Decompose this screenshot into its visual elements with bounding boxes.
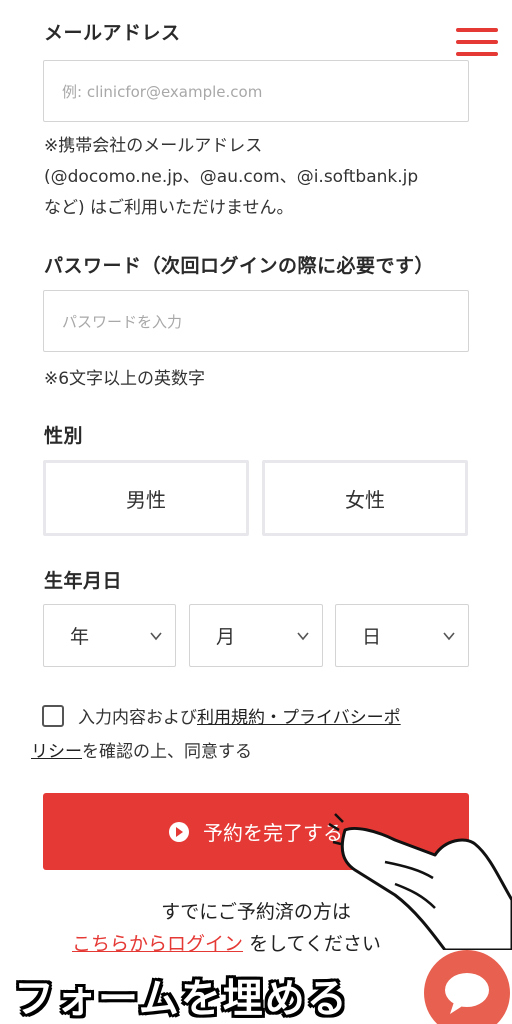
chat-button[interactable]	[424, 950, 510, 1024]
gender-male-button[interactable]: 男性	[43, 460, 249, 536]
terms-privacy-link-cont[interactable]: リシー	[31, 742, 82, 762]
password-field[interactable]: パスワードを入力	[43, 290, 469, 352]
password-note: ※6文字以上の英数字	[44, 369, 206, 389]
day-select-value: 日	[362, 626, 382, 648]
agree-checkbox[interactable]	[42, 705, 64, 727]
chat-bubble-icon	[445, 973, 489, 1014]
play-circle-icon	[169, 821, 189, 842]
month-select-value: 月	[216, 626, 236, 648]
overlay-caption: フォームを埋める	[14, 976, 349, 1022]
birthdate-label: 生年月日	[44, 570, 123, 592]
chevron-down-icon	[150, 632, 162, 641]
pointing-hand-icon	[328, 813, 512, 950]
menu-icon[interactable]	[456, 28, 498, 64]
agree-text-line1: 入力内容および利用規約・プライバシーポ	[78, 708, 401, 728]
year-select-value: 年	[70, 626, 90, 648]
year-select[interactable]: 年	[43, 604, 176, 667]
chevron-down-icon	[443, 632, 455, 641]
month-select[interactable]: 月	[189, 604, 323, 667]
day-select[interactable]: 日	[335, 604, 469, 667]
email-field[interactable]: 例: clinicfor@example.com	[43, 60, 469, 122]
chevron-down-icon	[297, 632, 309, 641]
submit-label: 予約を完了する	[203, 821, 343, 845]
email-note: ※携帯会社のメールアドレス (@docomo.ne.jp、@au.com、@i.…	[44, 136, 419, 218]
gender-label: 性別	[44, 425, 84, 447]
email-label: メールアドレス	[44, 22, 181, 44]
terms-privacy-link[interactable]: 利用規約・プライバシーポ	[197, 708, 401, 728]
login-link[interactable]: こちらからログイン	[72, 933, 243, 955]
password-label: パスワード（次回ログインの際に必要です）	[44, 255, 435, 277]
agree-text-line2: リシーを確認の上、同意する	[31, 742, 252, 762]
gender-female-button[interactable]: 女性	[262, 460, 468, 536]
